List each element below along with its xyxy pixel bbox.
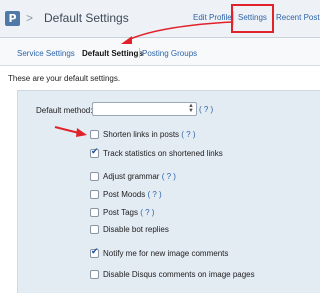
option-label: Notify me for new image comments	[103, 249, 229, 258]
option-label: Disable bot replies	[103, 225, 169, 234]
notify-image-comments-checkbox[interactable]: ✔	[90, 247, 99, 258]
track-statistics-checkbox[interactable]: ✔	[90, 147, 99, 158]
tab-divider	[139, 48, 140, 58]
post-tags-checkbox[interactable]	[90, 208, 99, 217]
option-label: Adjust grammar	[103, 172, 160, 181]
checkmark-icon: ✔	[91, 147, 99, 157]
option-label: Shorten links in posts	[103, 130, 180, 139]
help-link[interactable]: ( ? )	[140, 208, 154, 217]
updown-arrows-icon: ▲ ▼	[188, 103, 194, 114]
nav-recent-posts-link[interactable]: Recent Posts	[276, 12, 320, 24]
option-label: Post Moods	[103, 190, 146, 199]
help-link[interactable]: ( ? )	[162, 172, 176, 181]
intro-text: These are your default settings.	[8, 74, 121, 83]
shorten-links-checkbox[interactable]	[90, 130, 99, 139]
option-label: Disable Disqus comments on image pages	[103, 270, 255, 279]
posterous-logo-icon[interactable]: P	[5, 11, 20, 26]
disable-disqus-checkbox[interactable]	[90, 270, 99, 279]
settings-highlight-box	[231, 4, 274, 33]
help-link[interactable]: ( ? )	[147, 190, 161, 199]
default-method-label: Default method:	[36, 106, 93, 115]
subtab-bar: Service Settings Default Settings Postin…	[0, 38, 320, 66]
tab-default-settings[interactable]: Default Settings	[82, 48, 143, 59]
help-link[interactable]: ( ? )	[181, 130, 195, 139]
disable-bot-replies-checkbox[interactable]	[90, 225, 99, 234]
settings-panel	[17, 90, 320, 293]
breadcrumb-separator: >	[26, 11, 34, 25]
tab-posting-groups[interactable]: Posting Groups	[142, 48, 197, 59]
post-moods-checkbox[interactable]	[90, 190, 99, 199]
option-label: Post Tags	[103, 208, 138, 217]
tab-service-settings[interactable]: Service Settings	[17, 48, 75, 59]
nav-edit-profile-link[interactable]: Edit Profile	[193, 12, 232, 24]
default-method-select[interactable]: ▲ ▼	[92, 102, 197, 116]
checkmark-icon: ✔	[91, 247, 99, 257]
adjust-grammar-checkbox[interactable]	[90, 172, 99, 181]
default-method-help-link[interactable]: ( ? )	[199, 105, 213, 115]
page-title: Default Settings	[44, 11, 129, 25]
option-label: Track statistics on shortened links	[103, 149, 223, 158]
